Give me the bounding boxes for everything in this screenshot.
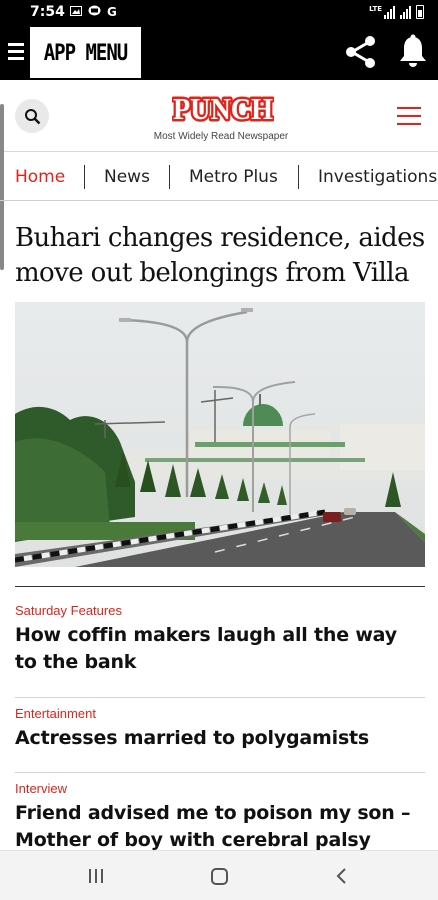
logo-text-fill: PUNCH <box>173 94 273 122</box>
story-title[interactable]: Actresses married to polygamists <box>15 725 425 752</box>
message-notification-icon <box>88 5 101 16</box>
recent-apps-icon[interactable] <box>89 869 105 883</box>
share-icon[interactable] <box>343 34 379 70</box>
story-category[interactable]: Entertainment <box>15 706 425 721</box>
story-separator <box>15 697 425 698</box>
tagline: Most Widely Read Newspaper <box>153 131 289 142</box>
google-notification-icon: G <box>107 5 117 19</box>
system-status-icons: LTE <box>369 5 424 19</box>
story-title[interactable]: How coffin makers laugh all the way to t… <box>15 622 425 676</box>
tab-home[interactable]: Home <box>15 167 65 187</box>
site-menu-icon[interactable] <box>397 107 421 127</box>
tab-divider <box>169 165 170 189</box>
home-icon[interactable] <box>211 868 228 885</box>
app-menu-button[interactable]: APP MENU <box>30 27 141 78</box>
story-item[interactable]: Saturday Features How coffin makers laug… <box>15 603 425 676</box>
tab-investigations[interactable]: Investigations <box>318 167 437 187</box>
signal-icon-2 <box>400 5 412 19</box>
battery-icon <box>416 5 424 19</box>
status-bar: 7:54 G LTE <box>0 0 438 26</box>
app-bar: APP MENU <box>0 26 438 80</box>
lead-image[interactable] <box>15 302 425 567</box>
lead-headline[interactable]: Buhari changes residence, aides move out… <box>15 221 427 291</box>
signal-icon <box>384 5 396 19</box>
notification-icons: G <box>70 5 117 19</box>
story-item[interactable]: Entertainment Actresses married to polyg… <box>15 706 425 752</box>
drawer-menu-icon[interactable] <box>8 43 24 61</box>
story-item[interactable]: Interview Friend advised me to poison my… <box>15 781 425 854</box>
search-button[interactable] <box>15 99 49 133</box>
image-notification-icon <box>70 6 82 16</box>
section-divider <box>15 586 425 587</box>
story-title[interactable]: Friend advised me to poison my son – Mot… <box>15 800 425 854</box>
search-icon <box>24 108 40 124</box>
tab-divider <box>298 165 299 189</box>
story-category[interactable]: Interview <box>15 781 425 796</box>
tab-divider <box>84 165 85 189</box>
bell-icon[interactable] <box>398 34 428 68</box>
system-navigation-bar <box>0 850 438 900</box>
section-tabs: Home News Metro Plus Investigations <box>0 153 438 201</box>
punch-logo[interactable]: PUNCH PUNCH <box>172 94 274 122</box>
network-type: LTE <box>369 5 382 13</box>
tab-news[interactable]: News <box>104 167 150 187</box>
back-icon[interactable] <box>336 868 348 884</box>
story-separator <box>15 772 425 773</box>
story-category[interactable]: Saturday Features <box>15 603 425 618</box>
site-header: PUNCH PUNCH Most Widely Read Newspaper <box>0 80 438 152</box>
app-menu-label: APP MENU <box>43 39 129 66</box>
status-time: 7:54 <box>30 4 65 20</box>
tab-metro-plus[interactable]: Metro Plus <box>189 167 278 187</box>
